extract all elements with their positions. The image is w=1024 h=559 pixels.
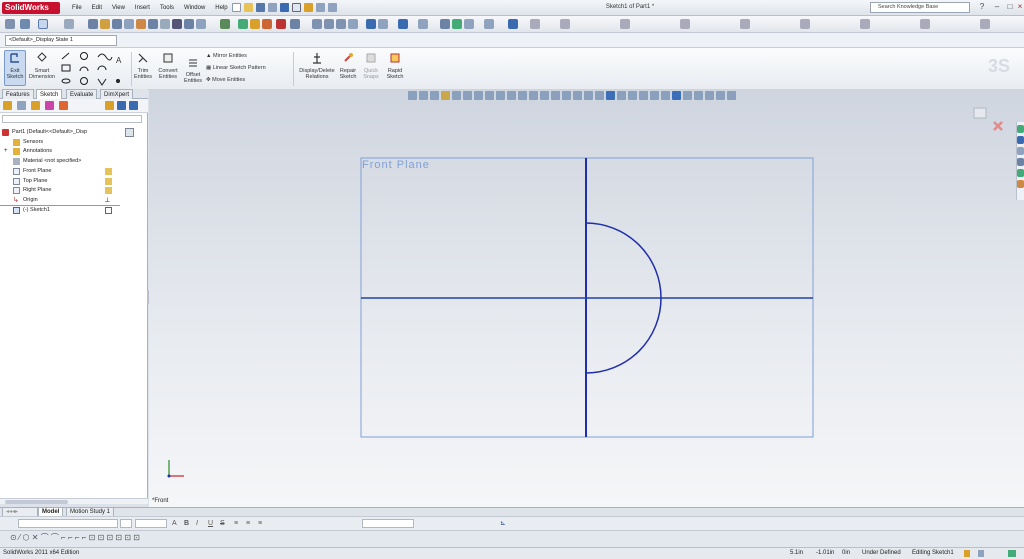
align-center-icon[interactable]: ≡ — [246, 520, 250, 528]
plane-label: Front Plane — [362, 159, 430, 171]
italic-button[interactable]: I — [196, 520, 198, 528]
file-explorer-icon[interactable] — [1017, 147, 1024, 155]
sketch-toolbar: ⊙ ⁄ ⬡ ✕ ⌒ ⌒ ⌐ ⌐ ⌐ ⌐ ⊡ ⊡ ⊡ ⊡ ⊡ ⊡ — [0, 530, 1024, 547]
confirmation-corner — [973, 107, 1003, 131]
view-orientation-label: *Front — [152, 498, 169, 504]
layer-select[interactable] — [362, 519, 414, 528]
status-bar: SolidWorks 2011 x64 Edition 5.1in -1.01i… — [0, 547, 1024, 559]
task-pane-tabs — [1016, 122, 1024, 200]
status-x-coordinate: 5.1in — [790, 550, 804, 556]
strikethrough-button[interactable]: S — [220, 520, 225, 528]
text-a-button[interactable]: A — [172, 520, 177, 528]
format-toolbar: A B I U S ≡ ≡ ≡ ⊾ — [0, 516, 1024, 530]
align-left-icon[interactable]: ≡ — [234, 520, 238, 528]
align-right-icon[interactable]: ≡ — [258, 520, 262, 528]
units-icon[interactable] — [978, 550, 984, 557]
view-palette-icon[interactable] — [1017, 169, 1024, 177]
status-mode: Editing Sketch1 — [912, 550, 954, 556]
search-icon[interactable] — [1017, 158, 1024, 166]
help-status-icon[interactable] — [1008, 550, 1016, 557]
status-z-coordinate: 0in — [842, 550, 851, 556]
bold-button[interactable]: B — [184, 520, 189, 528]
model-tabs: ◂◂◂▸ Model Motion Study 1 — [0, 507, 1024, 517]
triad-origin — [167, 474, 171, 478]
sketch-point[interactable] — [585, 188, 587, 190]
sketch-tool-icons[interactable]: ⊙ ⁄ ⬡ ✕ ⌒ ⌒ ⌐ ⌐ ⌐ ⌐ ⊡ ⊡ ⊡ ⊡ ⊡ ⊡ — [10, 534, 140, 542]
font-select-arrow[interactable] — [120, 519, 132, 528]
status-edition: SolidWorks 2011 x64 Edition — [3, 550, 80, 556]
design-library-icon[interactable] — [1017, 136, 1024, 144]
status-y-coordinate: -1.01in — [816, 550, 835, 556]
exit-sketch-corner-icon[interactable] — [973, 107, 987, 119]
dimension-icon[interactable]: ⊾ — [500, 520, 506, 528]
status-definition: Under Defined — [862, 550, 901, 556]
font-size-select[interactable] — [135, 519, 167, 528]
underline-button[interactable]: U — [208, 520, 213, 528]
cancel-sketch-icon[interactable] — [993, 121, 1003, 131]
sketch-point[interactable] — [585, 392, 587, 394]
sketch-canvas — [167, 157, 814, 478]
font-select[interactable] — [18, 519, 118, 528]
resources-icon[interactable] — [1017, 125, 1024, 133]
rebuild-status-icon[interactable] — [964, 550, 970, 557]
appearances-icon[interactable] — [1017, 180, 1024, 188]
